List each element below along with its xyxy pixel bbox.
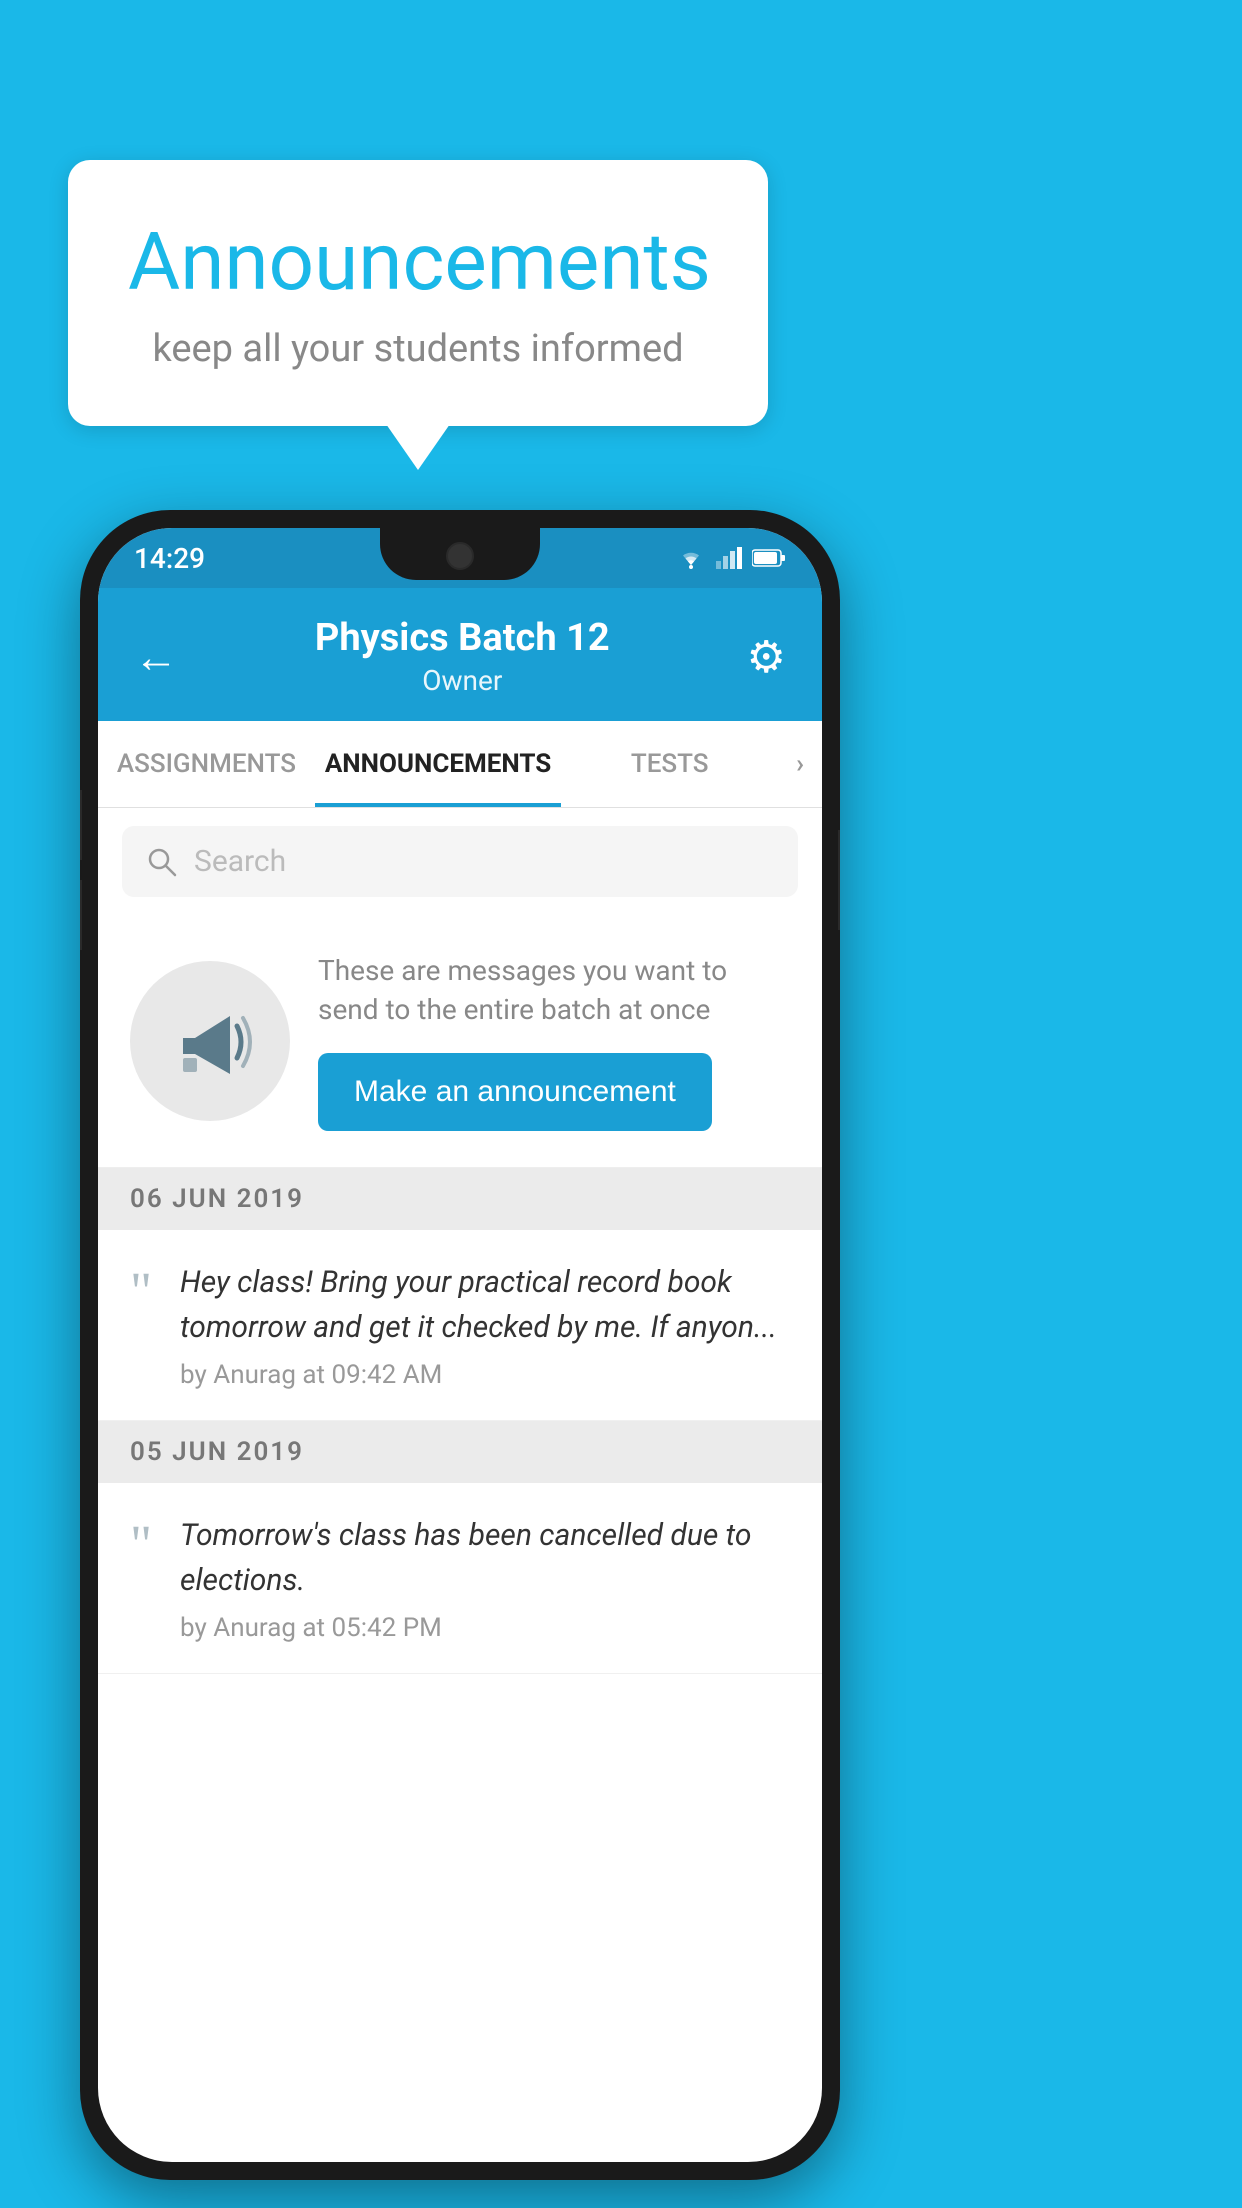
search-bar[interactable]: Search (122, 826, 798, 897)
signal-icon (716, 547, 742, 569)
make-announcement-button[interactable]: Make an announcement (318, 1053, 712, 1131)
announcement-meta-1: by Anurag at 09:42 AM (180, 1360, 790, 1390)
promo-text: These are messages you want to send to t… (318, 951, 790, 1029)
header-title-group: Physics Batch 12 Owner (178, 616, 747, 697)
search-placeholder: Search (194, 844, 286, 879)
gear-icon[interactable]: ⚙ (747, 631, 786, 683)
promo-content: These are messages you want to send to t… (318, 951, 790, 1131)
quote-icon-1: " (130, 1264, 152, 1318)
tab-assignments[interactable]: ASSIGNMENTS (98, 721, 315, 807)
announcement-promo: These are messages you want to send to t… (98, 915, 822, 1168)
tab-more[interactable]: › (778, 721, 822, 807)
phone-notch (380, 528, 540, 580)
announcement-content-1: Hey class! Bring your practical record b… (180, 1260, 790, 1390)
app-header: ← Physics Batch 12 Owner ⚙ (98, 588, 822, 721)
status-time: 14:29 (134, 542, 205, 575)
quote-icon-2: " (130, 1517, 152, 1571)
date-separator-2: 05 JUN 2019 (98, 1421, 822, 1483)
megaphone-icon (165, 996, 255, 1086)
battery-icon (752, 548, 786, 568)
search-container: Search (98, 808, 822, 915)
volume-up-button (80, 790, 82, 860)
tab-announcements[interactable]: ANNOUNCEMENTS (315, 721, 561, 807)
promo-icon-circle (130, 961, 290, 1121)
header-title: Physics Batch 12 (178, 616, 747, 660)
tab-tests[interactable]: TESTS (561, 721, 778, 807)
speech-bubble-subtitle: keep all your students informed (128, 327, 708, 371)
front-camera (446, 542, 474, 570)
status-icons (676, 547, 786, 569)
speech-bubble-title: Announcements (128, 215, 708, 309)
announcement-item-1[interactable]: " Hey class! Bring your practical record… (98, 1230, 822, 1421)
tabs-container: ASSIGNMENTS ANNOUNCEMENTS TESTS › (98, 721, 822, 808)
power-button (838, 830, 840, 930)
announcement-text-2: Tomorrow's class has been cancelled due … (180, 1513, 790, 1603)
header-subtitle: Owner (178, 664, 747, 697)
wifi-icon (676, 547, 706, 569)
speech-bubble-container: Announcements keep all your students inf… (68, 160, 768, 426)
speech-bubble: Announcements keep all your students inf… (68, 160, 768, 426)
announcement-meta-2: by Anurag at 05:42 PM (180, 1613, 790, 1643)
back-button[interactable]: ← (134, 631, 178, 683)
announcement-content-2: Tomorrow's class has been cancelled due … (180, 1513, 790, 1643)
announcement-text-1: Hey class! Bring your practical record b… (180, 1260, 790, 1350)
date-separator-1: 06 JUN 2019 (98, 1168, 822, 1230)
volume-down-button (80, 880, 82, 950)
phone-screen: 14:29 (98, 528, 822, 2162)
phone-frame: 14:29 (80, 510, 840, 2180)
search-icon (146, 846, 178, 878)
announcement-item-2[interactable]: " Tomorrow's class has been cancelled du… (98, 1483, 822, 1674)
screen-content: ← Physics Batch 12 Owner ⚙ ASSIGNMENTS A… (98, 588, 822, 2162)
